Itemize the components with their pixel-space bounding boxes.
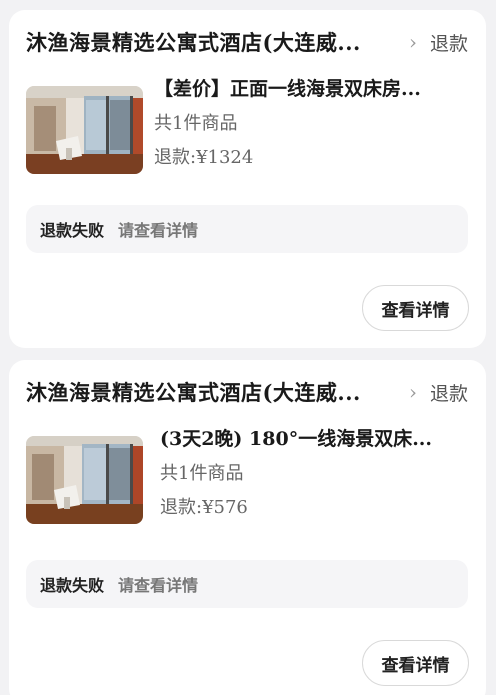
shop-name[interactable]: 沐渔海景精选公寓式酒店(大连威... xyxy=(26,27,396,57)
order-status: 退款 xyxy=(429,32,468,55)
view-details-hint: 请查看详情 xyxy=(118,221,199,240)
refund-failed-label: 退款失败 xyxy=(40,221,105,240)
item-count: 共1件商品 xyxy=(154,113,238,134)
order-status: 退款 xyxy=(429,382,468,405)
shop-name[interactable]: 沐渔海景精选公寓式酒店(大连威... xyxy=(26,377,396,407)
refund-amount: 退款:¥1324 xyxy=(154,147,254,168)
product-image[interactable] xyxy=(26,436,143,524)
item-count: 共1件商品 xyxy=(160,463,244,484)
product-info[interactable]: (3天2晚) 180°一线海景双床... 共1件商品 退款:¥576 xyxy=(160,424,468,521)
view-details-button[interactable]: 查看详情 xyxy=(362,640,469,686)
view-details-hint: 请查看详情 xyxy=(118,576,199,595)
refund-failed-notice[interactable]: 退款失败 请查看详情 xyxy=(26,560,468,608)
chevron-right-icon[interactable]: › xyxy=(402,380,424,404)
product-info[interactable]: 【差价】正面一线海景双床房... 共1件商品 退款:¥1324 xyxy=(154,74,468,171)
refund-failed-notice[interactable]: 退款失败 请查看详情 xyxy=(26,205,468,253)
order-header[interactable]: 沐渔海景精选公寓式酒店(大连威... › 退款 xyxy=(26,376,468,408)
product-image[interactable] xyxy=(26,86,143,174)
chevron-right-icon[interactable]: › xyxy=(402,30,424,54)
order-card[interactable]: 沐渔海景精选公寓式酒店(大连威... › 退款 (3天2晚) 180°一线海景双… xyxy=(9,360,486,695)
order-card[interactable]: 沐渔海景精选公寓式酒店(大连威... › 退款 【差价】正面一线海景双床房...… xyxy=(9,10,486,348)
refund-failed-label: 退款失败 xyxy=(40,576,105,595)
product-title[interactable]: (3天2晚) 180°一线海景双床... xyxy=(160,424,468,454)
product-title[interactable]: 【差价】正面一线海景双床房... xyxy=(154,74,468,104)
order-header[interactable]: 沐渔海景精选公寓式酒店(大连威... › 退款 xyxy=(26,26,468,58)
refund-amount: 退款:¥576 xyxy=(160,497,248,518)
view-details-button[interactable]: 查看详情 xyxy=(362,285,469,331)
